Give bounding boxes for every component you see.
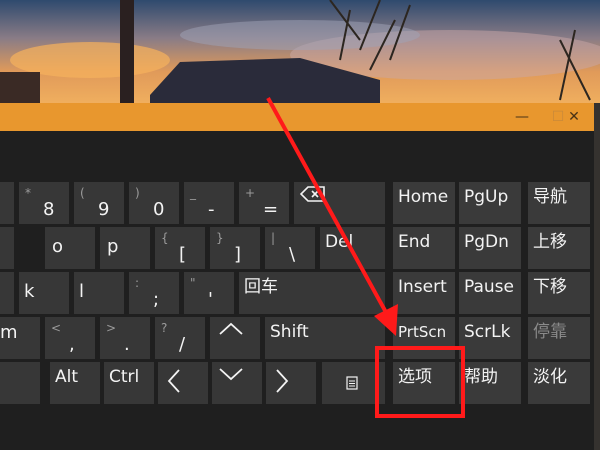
key-0[interactable]: ) 0 [129, 182, 179, 224]
arrow-right-key[interactable] [266, 362, 316, 404]
menu-icon [346, 376, 358, 390]
key-partial-row3[interactable] [0, 272, 14, 314]
key-backslash[interactable]: | \ [265, 227, 315, 269]
options-key[interactable]: 选项 [393, 362, 455, 404]
menu-key[interactable] [322, 362, 385, 404]
arrow-left-key[interactable] [158, 362, 208, 404]
arrow-down-key[interactable] [212, 362, 262, 404]
close-button[interactable]: ✕ [556, 103, 592, 131]
shift-key[interactable]: Shift [265, 317, 385, 359]
enter-key[interactable]: 回车 [239, 272, 385, 314]
key-comma[interactable]: < , [45, 317, 95, 359]
key-8[interactable]: * 8 [19, 182, 69, 224]
arrow-up-key[interactable] [210, 317, 260, 359]
arrow-right-icon [276, 369, 289, 393]
key-equals[interactable]: + = [239, 182, 289, 224]
insert-key[interactable]: Insert [393, 272, 455, 314]
key-quote[interactable]: " ' [184, 272, 234, 314]
end-key[interactable]: End [393, 227, 455, 269]
key-semicolon[interactable]: : ; [129, 272, 179, 314]
help-key[interactable]: 帮助 [459, 362, 521, 404]
key-period[interactable]: > . [100, 317, 150, 359]
key-slash[interactable]: ? / [155, 317, 205, 359]
key-partial-row2[interactable] [0, 227, 14, 269]
move-up-key[interactable]: 上移 [528, 227, 590, 269]
key-l[interactable]: l [74, 272, 124, 314]
arrow-left-icon [167, 369, 180, 393]
key-bracket-left[interactable]: { [ [155, 227, 205, 269]
key-partial-row1[interactable] [0, 182, 14, 224]
minimize-button[interactable]: — [504, 103, 540, 131]
dock-key[interactable]: 停靠 [528, 317, 590, 359]
key-p[interactable]: p [100, 227, 150, 269]
home-key[interactable]: Home [393, 182, 455, 224]
arrow-down-icon [219, 368, 243, 381]
on-screen-keyboard-window: — ☐ ✕ * 8 ( 9 ) 0 _ - + = o p { [}] | … [0, 103, 594, 450]
key-o[interactable]: o [45, 227, 95, 269]
backspace-icon [300, 186, 325, 202]
key-partial-row5[interactable] [0, 362, 40, 404]
scrlk-key[interactable]: ScrLk [459, 317, 521, 359]
pgup-key[interactable]: PgUp [459, 182, 521, 224]
pgdn-key[interactable]: PgDn [459, 227, 521, 269]
title-bar[interactable]: — ☐ ✕ [0, 103, 594, 131]
nav-key[interactable]: 导航 [528, 182, 590, 224]
ctrl-key[interactable]: Ctrl [104, 362, 154, 404]
pause-key[interactable]: Pause [459, 272, 521, 314]
prtscn-key[interactable]: PrtScn [393, 317, 455, 359]
key-9[interactable]: ( 9 [74, 182, 124, 224]
alt-key[interactable]: Alt [50, 362, 100, 404]
backspace-key[interactable] [294, 182, 385, 224]
key-minus[interactable]: _ - [184, 182, 234, 224]
move-down-key[interactable]: 下移 [528, 272, 590, 314]
key-m[interactable]: m [0, 317, 40, 359]
fade-key[interactable]: 淡化 [528, 362, 590, 404]
arrow-up-icon [219, 322, 243, 335]
key-del[interactable]: Del [320, 227, 385, 269]
key-bracket-right[interactable]: } ] [210, 227, 260, 269]
key-k[interactable]: k [19, 272, 69, 314]
